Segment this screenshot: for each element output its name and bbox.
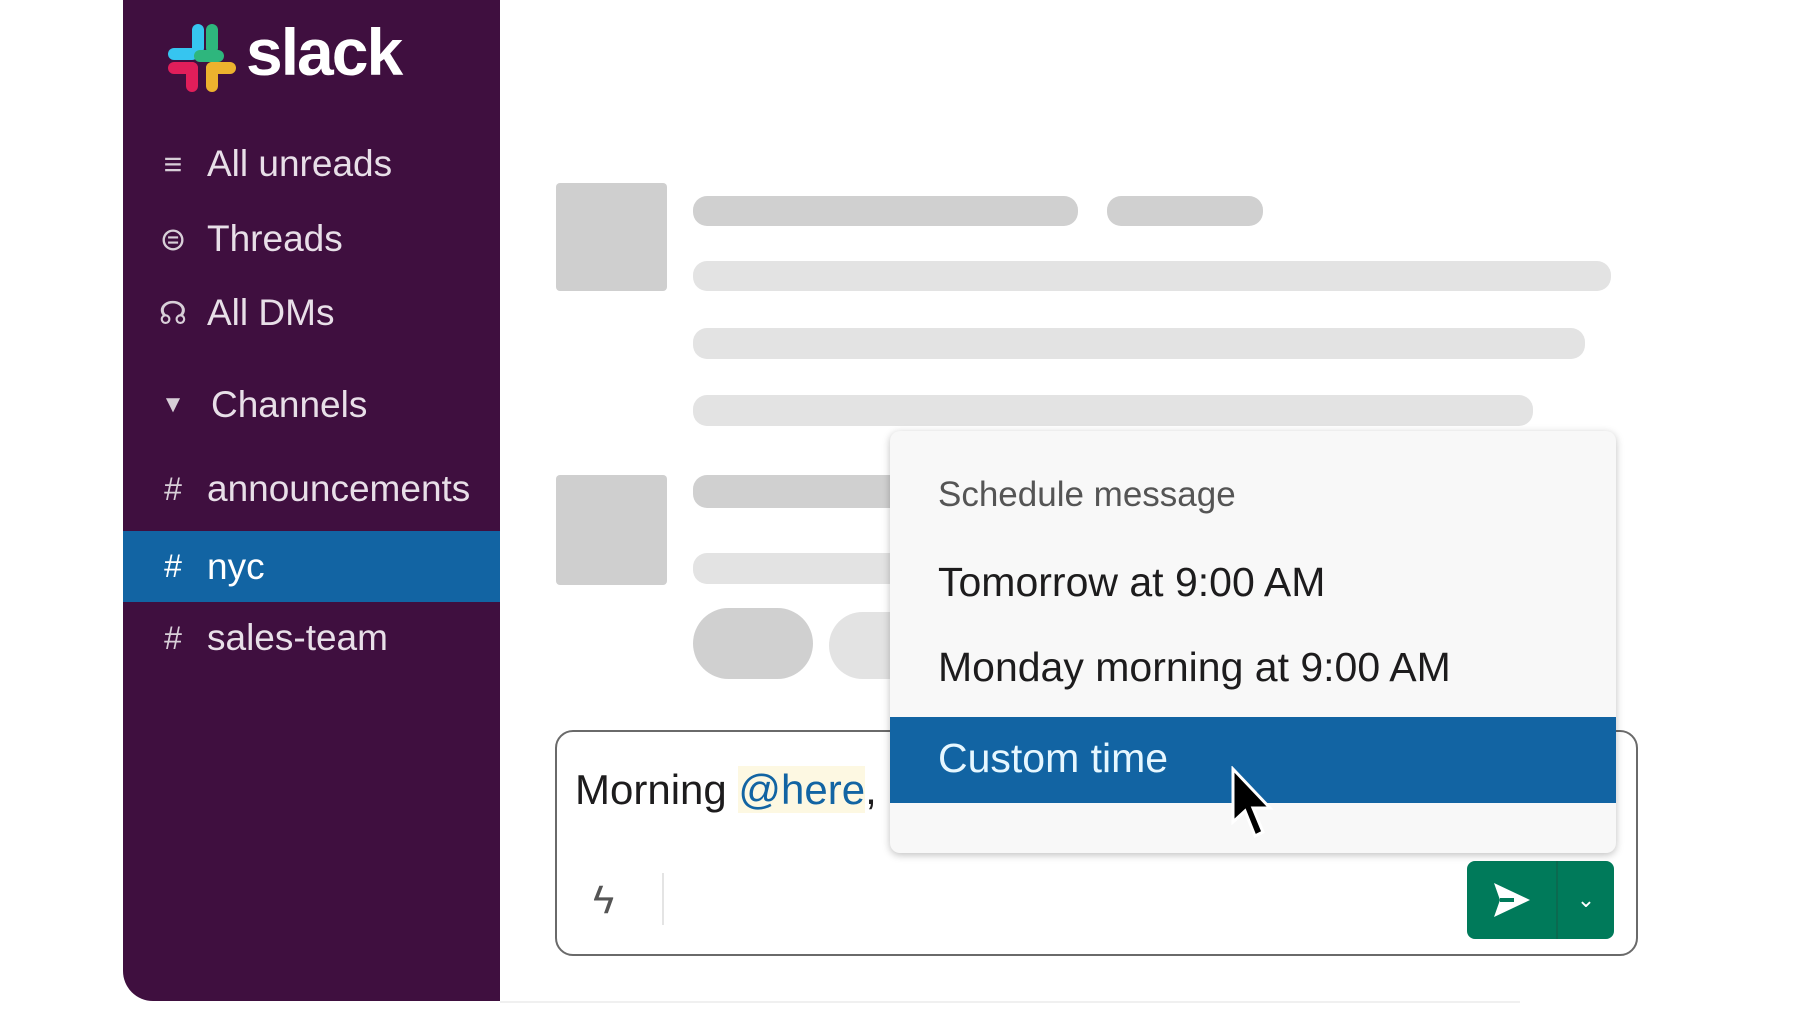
sidebar: slack ≡ All unreads ⊜ Threads ☊ All DMs ▼ Ch… [123,0,500,1001]
list-icon: ≡ [163,145,183,182]
sidebar-item-all-dms[interactable]: ☊ All DMs [123,281,500,345]
menu-item-tomorrow[interactable]: Tomorrow at 9:00 AM [938,559,1325,606]
slack-logo-icon [168,24,236,92]
avatar-placeholder [556,183,667,291]
hash-icon: # [164,619,182,656]
channels-header[interactable]: ▼ Channels [123,373,500,437]
slack-wordmark: slack [246,15,403,89]
send-icon [1493,883,1530,917]
menu-title: Schedule message [938,475,1236,514]
sidebar-item-announcements[interactable]: # announcements [123,457,500,521]
send-button[interactable] [1467,861,1556,939]
schedule-options-button[interactable]: ⌄ [1558,861,1614,939]
sidebar-item-sales-team[interactable]: # sales-team [123,606,500,670]
threads-icon: ⊜ [159,221,187,257]
skeleton-bar [693,395,1533,426]
chevron-down-icon: ⌄ [1576,887,1596,912]
sidebar-item-all-unreads[interactable]: ≡ All unreads [123,132,500,196]
skeleton-bar [693,261,1611,291]
hash-icon: # [164,548,182,584]
skeleton-bar [693,475,913,508]
divider [500,1001,1520,1003]
message-input[interactable]: Morning @here, c [575,766,909,814]
hash-icon: # [164,470,182,507]
skeleton-bar [1107,196,1263,226]
sidebar-item-threads[interactable]: ⊜ Threads [123,207,500,271]
menu-item-monday[interactable]: Monday morning at 9:00 AM [938,644,1451,691]
mention-here: @here [738,766,866,813]
mouse-cursor-icon [1231,766,1274,839]
divider [662,873,664,925]
caret-down-icon: ▼ [161,391,185,418]
sidebar-item-nyc[interactable]: # nyc [123,531,500,602]
skeleton-reaction [693,608,813,679]
avatar-placeholder [556,475,667,585]
skeleton-bar [693,196,1078,226]
shortcuts-lightning-icon[interactable]: ϟ [593,878,614,923]
send-button-group: ⌄ [1467,861,1614,939]
skeleton-bar [693,553,913,584]
dms-icon: ☊ [158,295,188,331]
skeleton-bar [693,328,1585,359]
